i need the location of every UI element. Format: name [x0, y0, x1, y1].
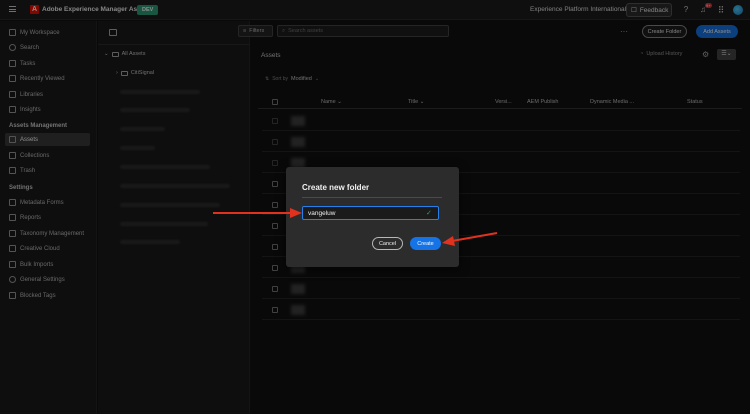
create-folder-dialog: Create new folder ✓ Cancel Create [286, 167, 459, 267]
checkmark-icon: ✓ [426, 210, 432, 217]
dialog-title: Create new folder [302, 183, 370, 192]
dialog-divider [302, 197, 442, 198]
create-button[interactable]: Create [410, 237, 441, 250]
folder-name-input[interactable] [302, 206, 439, 220]
cancel-button[interactable]: Cancel [372, 237, 403, 250]
